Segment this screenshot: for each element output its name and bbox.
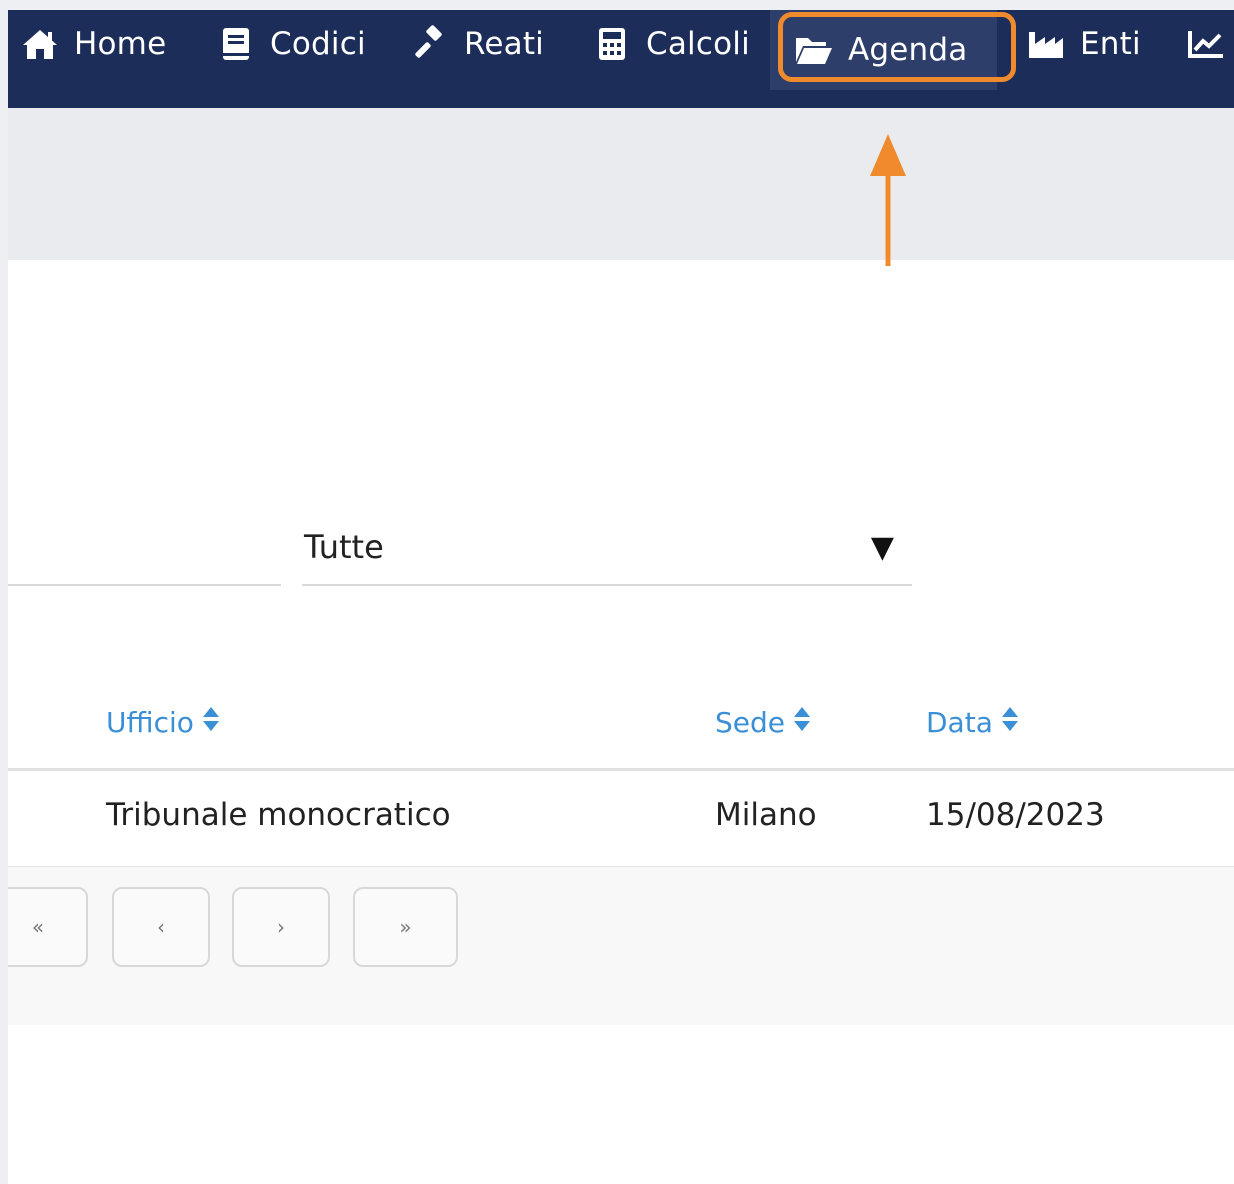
nav-label-calcoli: Calcoli xyxy=(646,26,750,62)
nav-label-agenda: Agenda xyxy=(848,32,968,68)
caret-down-icon: ▼ xyxy=(870,529,894,565)
pagination-first-button[interactable]: « xyxy=(8,887,88,967)
book-icon xyxy=(216,24,256,64)
pagination-prev-button[interactable]: ‹ xyxy=(112,887,210,967)
nav-item-agenda[interactable]: Agenda xyxy=(770,10,998,90)
nav-item-calcoli[interactable]: Calcoli xyxy=(592,10,750,78)
chevron-left-icon: ‹ xyxy=(157,915,165,939)
nav-item-statistiche[interactable] xyxy=(1186,10,1234,78)
column-header-data[interactable]: Data xyxy=(926,700,1019,744)
chevron-right-icon: › xyxy=(277,915,285,939)
column-header-ufficio[interactable]: Ufficio xyxy=(106,700,220,744)
nav-item-reati[interactable]: Reati xyxy=(410,10,544,78)
filter-input-underline[interactable] xyxy=(8,584,281,586)
nav-item-home[interactable]: Home xyxy=(20,10,166,78)
folder-open-icon xyxy=(794,30,834,70)
sort-icon xyxy=(1001,706,1019,739)
pagination-next-button[interactable]: › xyxy=(232,887,330,967)
nav-item-enti[interactable]: Enti xyxy=(1026,10,1141,78)
nav-item-codici[interactable]: Codici xyxy=(216,10,366,78)
status-select[interactable]: Tutte ▼ xyxy=(302,510,912,586)
cell-sede: Milano xyxy=(715,797,817,833)
nav-label-home: Home xyxy=(74,26,167,62)
select-value: Tutte xyxy=(304,528,384,566)
nav-label-enti: Enti xyxy=(1080,26,1141,62)
chart-line-icon xyxy=(1186,24,1226,64)
pagination-bar: « ‹ › » xyxy=(8,867,1234,1025)
sort-icon xyxy=(202,706,220,739)
top-navbar: Home Codici Reati Calcoli Agenda Enti xyxy=(8,10,1234,108)
nav-label-reati: Reati xyxy=(464,26,544,62)
page: Home Codici Reati Calcoli Agenda Enti Tu… xyxy=(8,10,1234,1184)
nav-label-codici: Codici xyxy=(270,26,366,62)
sort-icon xyxy=(793,706,811,739)
double-chevron-right-icon: » xyxy=(399,915,412,939)
home-icon xyxy=(20,24,60,64)
pagination-last-button[interactable]: » xyxy=(353,887,458,967)
page-header-strip xyxy=(8,108,1234,260)
industry-icon xyxy=(1026,24,1066,64)
gavel-icon xyxy=(410,24,450,64)
column-header-label: Sede xyxy=(715,705,785,739)
double-chevron-left-icon: « xyxy=(31,915,45,939)
column-header-sede[interactable]: Sede xyxy=(715,700,811,744)
table-row[interactable]: Tribunale monocratico Milano 15/08/2023 xyxy=(8,771,1234,868)
cell-data: 15/08/2023 xyxy=(926,797,1105,833)
calculator-icon xyxy=(592,24,632,64)
cell-ufficio: Tribunale monocratico xyxy=(106,797,451,833)
arrow-up-icon xyxy=(870,134,906,272)
column-header-label: Data xyxy=(926,705,993,739)
column-header-label: Ufficio xyxy=(106,705,194,739)
